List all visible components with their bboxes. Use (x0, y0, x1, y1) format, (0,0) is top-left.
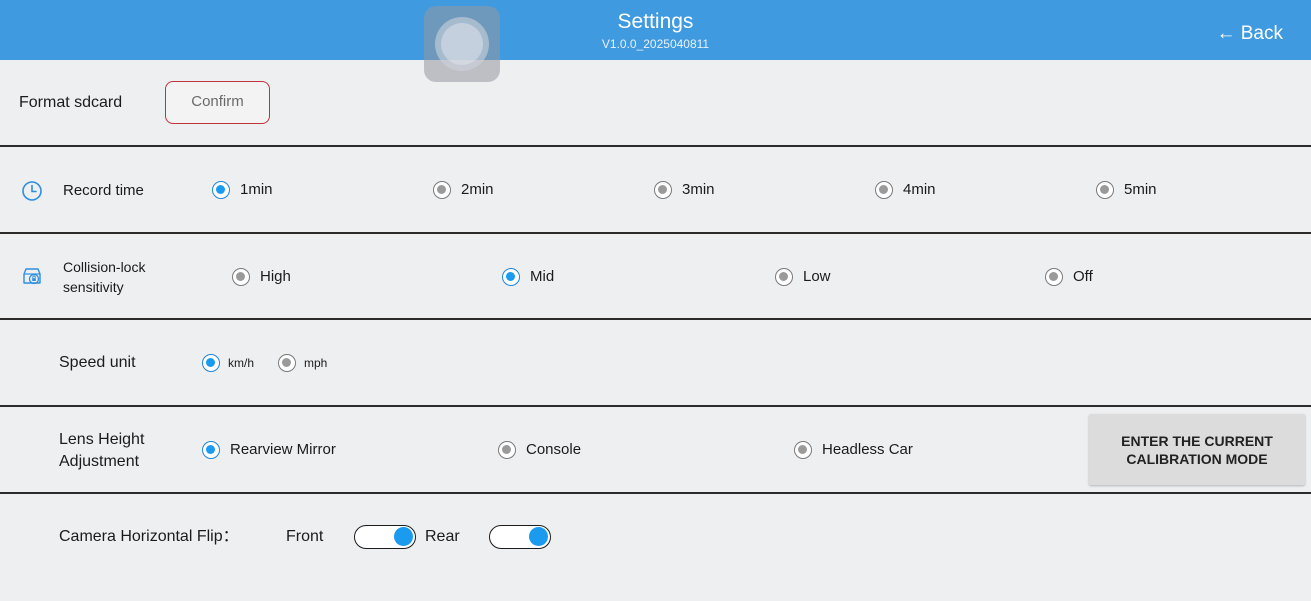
record-time-option-3min[interactable]: 3min (654, 180, 715, 200)
title-bar: Settings V1.0.0_2025040811 ← Back (0, 0, 1311, 60)
lens-option-console[interactable]: Console (498, 440, 581, 460)
option-label: mph (304, 356, 328, 370)
speed-unit-option-mph[interactable]: mph (278, 353, 327, 373)
option-label: Mid (530, 268, 555, 285)
radio-icon (232, 268, 250, 286)
collision-label-line1: Collision-lock (63, 259, 146, 275)
radio-selected-icon (212, 181, 230, 199)
option-label: 3min (682, 181, 715, 198)
option-label: 5min (1124, 181, 1157, 198)
collision-option-low[interactable]: Low (775, 267, 831, 287)
version-text: V1.0.0_2025040811 (601, 37, 710, 51)
radio-icon (498, 441, 516, 459)
enter-calibration-mode-button[interactable]: ENTER THE CURRENT CALIBRATION MODE (1089, 414, 1305, 485)
toggle-knob (529, 527, 548, 546)
radio-selected-icon (202, 354, 220, 372)
option-label: Console (526, 441, 582, 458)
divider (0, 232, 1311, 234)
radio-icon (1096, 181, 1114, 199)
divider (0, 145, 1311, 147)
speed-unit-option-kmh[interactable]: km/h (202, 353, 254, 373)
calibration-label-line2: CALIBRATION MODE (1126, 450, 1268, 467)
floating-assistive-button[interactable] (424, 6, 500, 82)
option-label: 1min (240, 181, 273, 198)
option-label: 2min (461, 181, 494, 198)
rear-label: Rear (425, 528, 460, 545)
lens-option-headless-car[interactable]: Headless Car (794, 440, 913, 460)
radio-icon (875, 181, 893, 199)
option-label: Low (803, 268, 831, 285)
page-title: Settings (617, 10, 694, 33)
rear-flip-toggle[interactable] (489, 525, 551, 549)
option-label: Off (1073, 268, 1093, 285)
lens-label-line2: Adjustment (59, 453, 140, 470)
collision-option-off[interactable]: Off (1045, 267, 1093, 287)
floating-button-core (441, 23, 483, 65)
front-flip-toggle[interactable] (354, 525, 416, 549)
option-label: km/h (228, 356, 255, 370)
collision-option-high[interactable]: High (232, 267, 291, 287)
divider (0, 405, 1311, 407)
speed-unit-label: Speed unit (59, 354, 136, 371)
option-label: High (260, 268, 291, 285)
option-label: Rearview Mirror (230, 441, 336, 458)
radio-icon (794, 441, 812, 459)
calibration-label-line1: ENTER THE CURRENT (1121, 432, 1273, 449)
radio-selected-icon (202, 441, 220, 459)
record-time-option-1min[interactable]: 1min (212, 180, 273, 200)
back-button[interactable]: ← Back (1216, 22, 1283, 46)
radio-selected-icon (502, 268, 520, 286)
format-sdcard-label: Format sdcard (19, 94, 123, 111)
record-time-option-4min[interactable]: 4min (875, 180, 936, 200)
option-label: 4min (903, 181, 936, 198)
option-label: Headless Car (822, 441, 913, 458)
radio-icon (775, 268, 793, 286)
collision-label-line2: sensitivity (63, 279, 124, 295)
lens-label-line1: Lens Height (59, 431, 145, 448)
format-confirm-button[interactable]: Confirm (165, 81, 270, 124)
front-label: Front (286, 528, 324, 545)
clock-icon (22, 181, 42, 201)
radio-icon (433, 181, 451, 199)
radio-icon (654, 181, 672, 199)
radio-icon (1045, 268, 1063, 286)
record-time-label: Record time (63, 182, 144, 199)
record-time-option-2min[interactable]: 2min (433, 180, 494, 200)
toggle-knob (394, 527, 413, 546)
record-time-option-5min[interactable]: 5min (1096, 180, 1157, 200)
lens-option-rearview-mirror[interactable]: Rearview Mirror (202, 440, 336, 460)
divider (0, 492, 1311, 494)
camera-flip-label: Camera Horizontal Flip： (59, 528, 239, 545)
radio-icon (278, 354, 296, 372)
divider (0, 318, 1311, 320)
collision-option-mid[interactable]: Mid (502, 267, 554, 287)
car-lock-icon (23, 268, 41, 285)
